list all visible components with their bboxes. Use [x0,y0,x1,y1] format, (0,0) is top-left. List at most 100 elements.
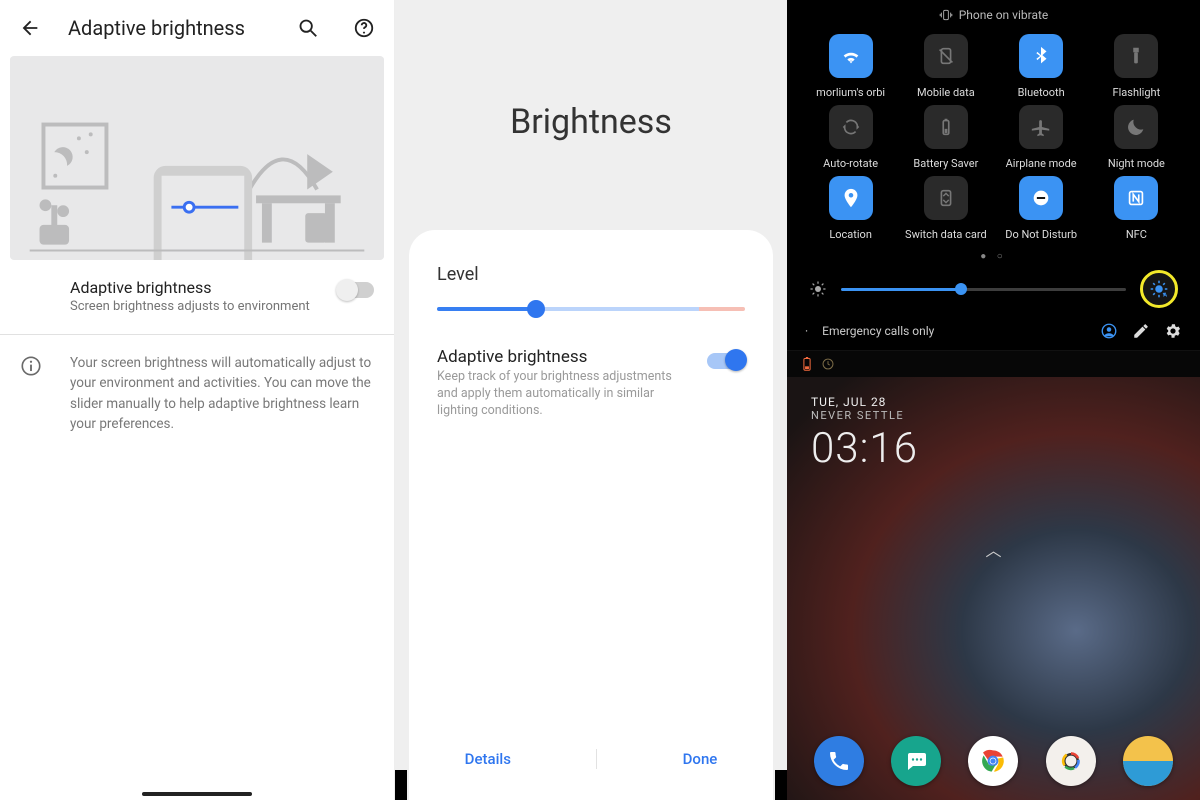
brightness-card: Level Adaptive brightness Keep track of … [409,230,773,800]
qs-tile-box [829,34,873,78]
sim-off-icon [935,45,957,67]
qs-tile-box [1114,176,1158,220]
dock [787,736,1200,786]
back-arrow-icon [19,17,41,39]
auto-brightness-icon: A [1149,279,1169,299]
qs-tile-box [829,105,873,149]
qs-tile-label: Mobile data [917,86,975,99]
qs-tile-box [1019,176,1063,220]
qs-footer: · Emergency calls only [787,318,1200,351]
action-bar: Details Done [409,740,773,778]
help-icon [353,17,375,39]
qs-tile-sim-off[interactable]: Mobile data [898,34,993,99]
slider-thumb[interactable] [527,300,545,318]
qs-tile-box [924,176,968,220]
phone-app[interactable] [814,736,864,786]
brightness-row: A [787,266,1200,318]
info-text: Your screen brightness will automaticall… [70,353,374,434]
home-indicator[interactable] [142,792,252,796]
moon-icon [1125,116,1147,138]
qs-tile-box [1114,34,1158,78]
qs-tile-flashlight[interactable]: Flashlight [1089,34,1184,99]
page-indicator: ● ○ [787,249,1200,266]
qs-tile-label: Bluetooth [1018,86,1065,99]
quick-settings-and-home: Phone on vibrate morlium's orbi Mobile da… [787,0,1200,800]
chrome-app[interactable] [968,736,1018,786]
user-icon[interactable] [1100,322,1118,340]
illustration-graphic [10,56,384,260]
qs-tile-moon[interactable]: Night mode [1089,105,1184,170]
globe-icon [1123,736,1173,786]
edit-icon[interactable] [1132,322,1150,340]
search-button[interactable] [290,10,326,46]
adaptive-brightness-toggle[interactable] [338,282,374,298]
messages-icon [904,749,928,773]
done-button[interactable]: Done [657,740,744,778]
panel-title: Brightness [395,102,787,142]
adaptive-subtitle: Keep track of your brightness adjustment… [437,369,691,420]
info-icon [20,355,42,377]
adaptive-brightness-setting[interactable]: Adaptive brightness Screen brightness ad… [0,260,394,328]
date-text: TUE, JUL 28 [811,395,918,409]
details-button[interactable]: Details [439,740,537,778]
qs-tile-box [924,34,968,78]
qs-tile-battery[interactable]: Battery Saver [898,105,993,170]
qs-tile-airplane[interactable]: Airplane mode [994,105,1089,170]
brightness-low-icon [809,280,827,298]
svg-text:A: A [1163,293,1167,299]
app-drawer-handle[interactable]: ︿ [985,537,1001,561]
setting-label: Adaptive brightness [70,278,310,297]
settings-gear-icon[interactable] [1164,322,1182,340]
tagline-text: NEVER SETTLE [811,409,918,422]
messages-app[interactable] [891,736,941,786]
qs-tile-wifi[interactable]: morlium's orbi [803,34,898,99]
auto-brightness-button[interactable]: A [1140,270,1178,308]
illustration [10,56,384,260]
qs-tile-label: Do Not Disturb [1005,228,1077,241]
bluetooth-icon [1030,45,1052,67]
phone-icon [827,749,851,773]
chrome-icon [977,745,1009,777]
qs-tile-rotate[interactable]: Auto-rotate [803,105,898,170]
adaptive-toggle[interactable] [707,353,745,369]
qs-tile-label: Airplane mode [1006,157,1077,170]
qs-tile-label: NFC [1126,228,1147,241]
setting-subtitle: Screen brightness adjusts to environment [70,299,310,314]
location-icon [840,187,862,209]
status-bar: Phone on vibrate [787,0,1200,28]
qs-brightness-slider[interactable] [841,288,1126,291]
brightness-slider[interactable] [437,307,745,311]
help-button[interactable] [346,10,382,46]
home-screen[interactable]: TUE, JUL 28 NEVER SETTLE 03:16 ︿ [787,377,1200,800]
qs-tile-box [1114,105,1158,149]
sim-switch-icon [935,187,957,209]
rotate-icon [840,116,862,138]
qs-tile-bluetooth[interactable]: Bluetooth [994,34,1089,99]
clock-icon [821,357,835,371]
vibrate-icon [939,8,953,22]
browser-app[interactable] [1123,736,1173,786]
adaptive-label: Adaptive brightness [437,347,691,367]
camera-icon [1058,748,1084,774]
brightness-panel: Brightness Level Adaptive brightness Kee… [395,0,787,800]
info-block: Your screen brightness will automaticall… [0,335,394,452]
qs-tile-label: Switch data card [905,228,987,241]
qs-tile-location[interactable]: Location [803,176,898,241]
status-text: Phone on vibrate [959,8,1049,22]
qs-tile-sim-switch[interactable]: Switch data card [898,176,993,241]
qs-tile-dnd[interactable]: Do Not Disturb [994,176,1089,241]
settings-adaptive-brightness-screen: Adaptive brightness [0,0,395,800]
qs-tile-label: Battery Saver [913,157,978,170]
wifi-icon [840,45,862,67]
page-title: Adaptive brightness [68,16,270,40]
search-icon [297,17,319,39]
clock-widget[interactable]: TUE, JUL 28 NEVER SETTLE 03:16 [811,395,918,473]
camera-app[interactable] [1046,736,1096,786]
qs-tile-box [1019,34,1063,78]
dnd-icon [1030,187,1052,209]
qs-tile-nfc[interactable]: NFC [1089,176,1184,241]
qs-tile-label: Night mode [1108,157,1165,170]
header: Adaptive brightness [0,0,394,56]
back-button[interactable] [12,10,48,46]
qs-tile-box [829,176,873,220]
